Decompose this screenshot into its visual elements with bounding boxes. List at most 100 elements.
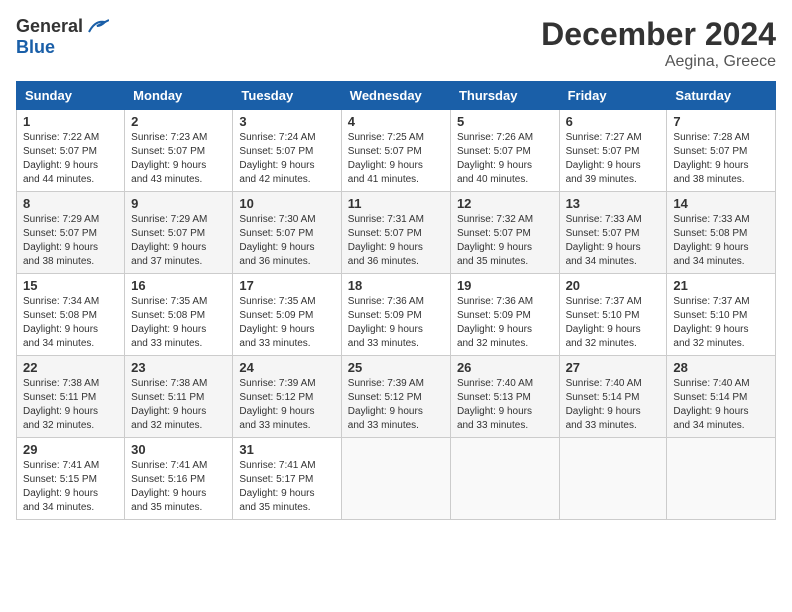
header-sunday: Sunday (17, 82, 125, 110)
table-row: 15 Sunrise: 7:34 AM Sunset: 5:08 PM Dayli… (17, 274, 125, 356)
logo: General Blue (16, 16, 109, 58)
day-number: 23 (131, 360, 226, 375)
logo-general-text: General (16, 16, 83, 37)
day-number: 29 (23, 442, 118, 457)
day-number: 21 (673, 278, 769, 293)
header-friday: Friday (559, 82, 667, 110)
day-info: Sunrise: 7:41 AM Sunset: 5:16 PM Dayligh… (131, 459, 226, 515)
day-info: Sunrise: 7:25 AM Sunset: 5:07 PM Dayligh… (348, 131, 444, 187)
table-row: 6Sunrise: 7:27 AM Sunset: 5:07 PM Daylig… (559, 110, 667, 192)
day-number: 5 (457, 114, 553, 129)
table-row: 18 Sunrise: 7:36 AM Sunset: 5:09 PM Dayli… (341, 274, 450, 356)
day-number: 14 (673, 196, 769, 211)
table-row (667, 438, 776, 520)
day-number: 17 (239, 278, 334, 293)
table-row: 17 Sunrise: 7:35 AM Sunset: 5:09 PM Dayli… (233, 274, 341, 356)
table-row: 7 Sunrise: 7:28 AM Sunset: 5:07 PM Daylig… (667, 110, 776, 192)
day-info: Sunrise: 7:40 AM Sunset: 5:13 PM Dayligh… (457, 377, 553, 433)
day-info: Sunrise: 7:38 AM Sunset: 5:11 PM Dayligh… (23, 377, 118, 433)
day-number: 15 (23, 278, 118, 293)
location-title: Aegina, Greece (541, 53, 776, 71)
day-number: 8 (23, 196, 118, 211)
day-info: Sunrise: 7:29 AM Sunset: 5:07 PM Dayligh… (23, 213, 118, 269)
table-row: 26 Sunrise: 7:40 AM Sunset: 5:13 PM Dayli… (450, 356, 559, 438)
header: General Blue December 2024 Aegina, Greec… (16, 16, 776, 71)
day-number: 26 (457, 360, 553, 375)
table-row (559, 438, 667, 520)
table-row: 11Sunrise: 7:31 AM Sunset: 5:07 PM Dayli… (341, 192, 450, 274)
day-number: 24 (239, 360, 334, 375)
day-info: Sunrise: 7:34 AM Sunset: 5:08 PM Dayligh… (23, 295, 118, 351)
header-tuesday: Tuesday (233, 82, 341, 110)
calendar-table: Sunday Monday Tuesday Wednesday Thursday… (16, 81, 776, 520)
table-row: 25Sunrise: 7:39 AM Sunset: 5:12 PM Dayli… (341, 356, 450, 438)
day-number: 13 (566, 196, 661, 211)
header-wednesday: Wednesday (341, 82, 450, 110)
day-info: Sunrise: 7:36 AM Sunset: 5:09 PM Dayligh… (348, 295, 444, 351)
title-area: December 2024 Aegina, Greece (541, 16, 776, 71)
day-number: 12 (457, 196, 553, 211)
day-number: 20 (566, 278, 661, 293)
table-row: 24 Sunrise: 7:39 AM Sunset: 5:12 PM Dayli… (233, 356, 341, 438)
day-number: 1 (23, 114, 118, 129)
calendar-week-row: 22 Sunrise: 7:38 AM Sunset: 5:11 PM Dayli… (17, 356, 776, 438)
table-row (341, 438, 450, 520)
table-row: 14 Sunrise: 7:33 AM Sunset: 5:08 PM Dayli… (667, 192, 776, 274)
day-info: Sunrise: 7:33 AM Sunset: 5:07 PM Dayligh… (566, 213, 661, 269)
day-info: Sunrise: 7:41 AM Sunset: 5:17 PM Dayligh… (239, 459, 334, 515)
day-info: Sunrise: 7:35 AM Sunset: 5:08 PM Dayligh… (131, 295, 226, 351)
day-number: 7 (673, 114, 769, 129)
day-info: Sunrise: 7:28 AM Sunset: 5:07 PM Dayligh… (673, 131, 769, 187)
day-info: Sunrise: 7:37 AM Sunset: 5:10 PM Dayligh… (673, 295, 769, 351)
day-info: Sunrise: 7:41 AM Sunset: 5:15 PM Dayligh… (23, 459, 118, 515)
table-row: 13 Sunrise: 7:33 AM Sunset: 5:07 PM Dayli… (559, 192, 667, 274)
table-row: 9 Sunrise: 7:29 AM Sunset: 5:07 PM Daylig… (125, 192, 233, 274)
table-row: 10 Sunrise: 7:30 AM Sunset: 5:07 PM Dayli… (233, 192, 341, 274)
calendar-week-row: 1 Sunrise: 7:22 AM Sunset: 5:07 PM Daylig… (17, 110, 776, 192)
table-row: 21 Sunrise: 7:37 AM Sunset: 5:10 PM Dayli… (667, 274, 776, 356)
calendar-week-row: 15 Sunrise: 7:34 AM Sunset: 5:08 PM Dayli… (17, 274, 776, 356)
day-info: Sunrise: 7:40 AM Sunset: 5:14 PM Dayligh… (566, 377, 661, 433)
header-monday: Monday (125, 82, 233, 110)
day-number: 11 (348, 196, 444, 211)
header-thursday: Thursday (450, 82, 559, 110)
table-row: 28Sunrise: 7:40 AM Sunset: 5:14 PM Dayli… (667, 356, 776, 438)
day-number: 9 (131, 196, 226, 211)
table-row: 1 Sunrise: 7:22 AM Sunset: 5:07 PM Daylig… (17, 110, 125, 192)
day-info: Sunrise: 7:30 AM Sunset: 5:07 PM Dayligh… (239, 213, 334, 269)
table-row: 27 Sunrise: 7:40 AM Sunset: 5:14 PM Dayli… (559, 356, 667, 438)
logo-bird-icon (87, 18, 109, 36)
table-row: 5Sunrise: 7:26 AM Sunset: 5:07 PM Daylig… (450, 110, 559, 192)
logo-blue-text: Blue (16, 37, 55, 57)
day-number: 4 (348, 114, 444, 129)
month-title: December 2024 (541, 16, 776, 53)
day-number: 25 (348, 360, 444, 375)
day-number: 18 (348, 278, 444, 293)
day-info: Sunrise: 7:37 AM Sunset: 5:10 PM Dayligh… (566, 295, 661, 351)
day-info: Sunrise: 7:35 AM Sunset: 5:09 PM Dayligh… (239, 295, 334, 351)
day-info: Sunrise: 7:24 AM Sunset: 5:07 PM Dayligh… (239, 131, 334, 187)
day-number: 3 (239, 114, 334, 129)
day-info: Sunrise: 7:33 AM Sunset: 5:08 PM Dayligh… (673, 213, 769, 269)
calendar-header-row: Sunday Monday Tuesday Wednesday Thursday… (17, 82, 776, 110)
day-number: 27 (566, 360, 661, 375)
day-number: 22 (23, 360, 118, 375)
table-row: 2 Sunrise: 7:23 AM Sunset: 5:07 PM Daylig… (125, 110, 233, 192)
day-info: Sunrise: 7:29 AM Sunset: 5:07 PM Dayligh… (131, 213, 226, 269)
day-number: 31 (239, 442, 334, 457)
day-number: 10 (239, 196, 334, 211)
day-info: Sunrise: 7:39 AM Sunset: 5:12 PM Dayligh… (239, 377, 334, 433)
calendar-week-row: 8 Sunrise: 7:29 AM Sunset: 5:07 PM Daylig… (17, 192, 776, 274)
day-info: Sunrise: 7:32 AM Sunset: 5:07 PM Dayligh… (457, 213, 553, 269)
table-row: 31 Sunrise: 7:41 AM Sunset: 5:17 PM Dayli… (233, 438, 341, 520)
day-info: Sunrise: 7:22 AM Sunset: 5:07 PM Dayligh… (23, 131, 118, 187)
day-info: Sunrise: 7:23 AM Sunset: 5:07 PM Dayligh… (131, 131, 226, 187)
day-number: 2 (131, 114, 226, 129)
table-row: 4 Sunrise: 7:25 AM Sunset: 5:07 PM Daylig… (341, 110, 450, 192)
table-row (450, 438, 559, 520)
header-saturday: Saturday (667, 82, 776, 110)
table-row: 8 Sunrise: 7:29 AM Sunset: 5:07 PM Daylig… (17, 192, 125, 274)
table-row: 22 Sunrise: 7:38 AM Sunset: 5:11 PM Dayli… (17, 356, 125, 438)
table-row: 20 Sunrise: 7:37 AM Sunset: 5:10 PM Dayli… (559, 274, 667, 356)
day-info: Sunrise: 7:27 AM Sunset: 5:07 PM Dayligh… (566, 131, 661, 187)
